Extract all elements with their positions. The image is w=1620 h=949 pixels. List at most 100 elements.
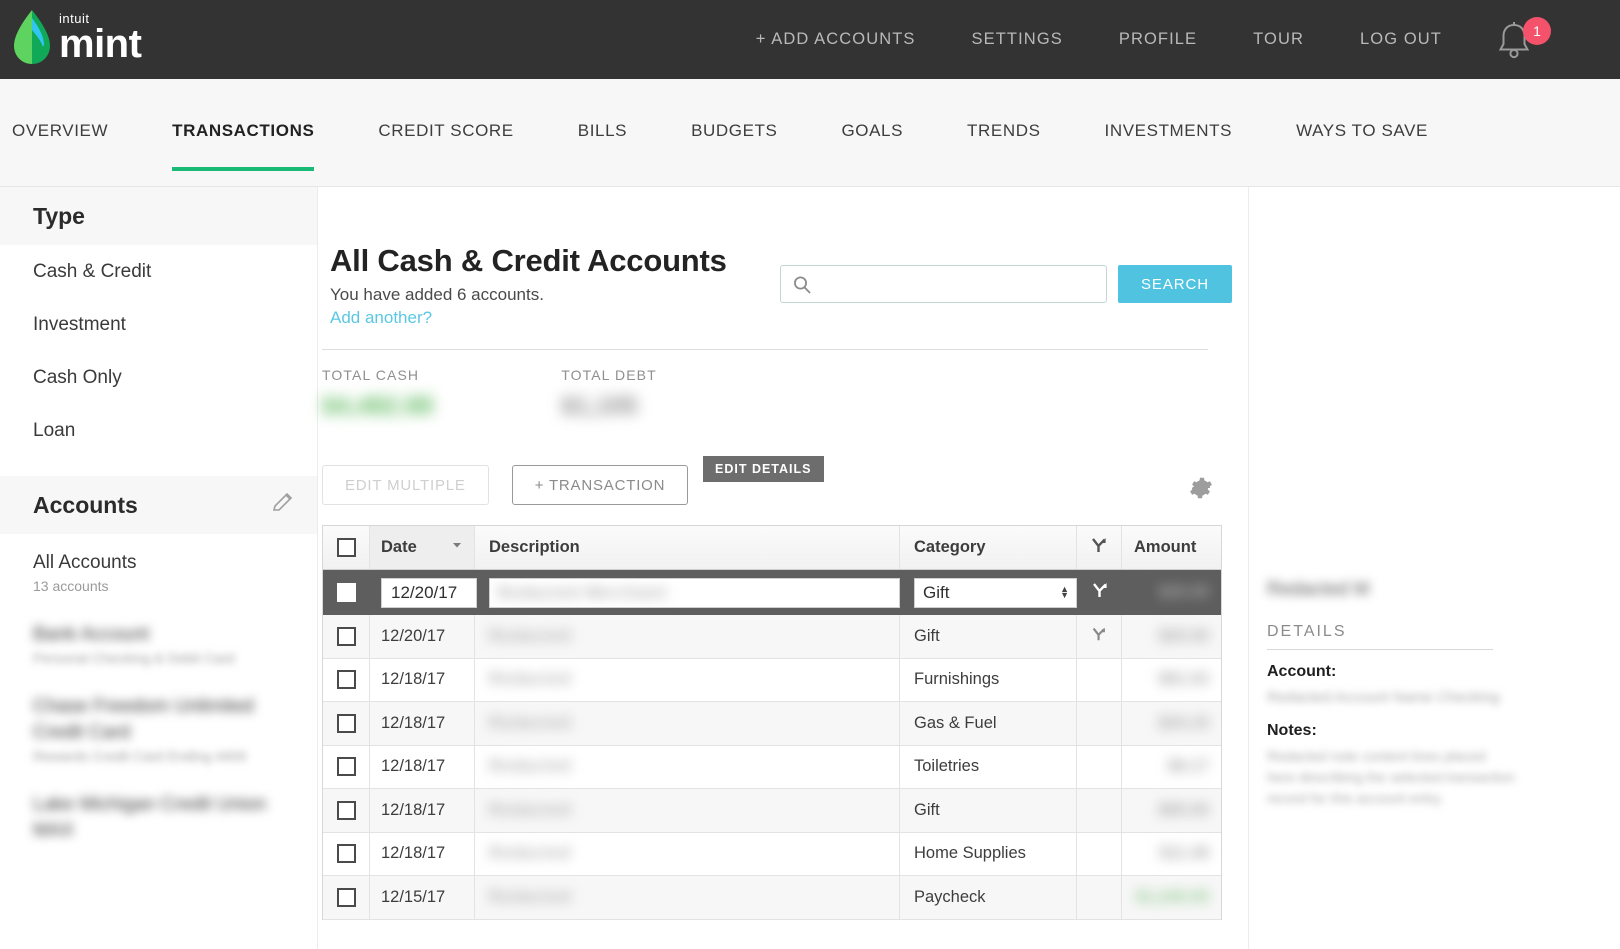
select-all-checkbox[interactable]	[323, 526, 370, 569]
row-checkbox[interactable]	[323, 615, 370, 658]
search-box[interactable]	[780, 265, 1107, 303]
row-split[interactable]	[1077, 876, 1122, 919]
row-split[interactable]	[1077, 789, 1122, 832]
row-category[interactable]: Paycheck	[900, 876, 1077, 919]
row-checkbox[interactable]	[323, 570, 370, 615]
tab-investments[interactable]: INVESTMENTS	[1105, 121, 1233, 165]
tab-trends[interactable]: TRENDS	[967, 121, 1041, 165]
row-date: 12/18/17	[370, 658, 475, 701]
edit-multiple-button[interactable]: EDIT MULTIPLE	[322, 465, 489, 505]
tab-goals[interactable]: GOALS	[841, 121, 903, 165]
sidebar-account-name: Bank Account	[33, 624, 150, 645]
tab-ways-to-save[interactable]: WAYS TO SAVE	[1296, 121, 1428, 165]
tab-budgets[interactable]: BUDGETS	[691, 121, 777, 165]
row-category[interactable]: Home Supplies	[900, 832, 1077, 875]
split-icon	[1089, 535, 1109, 560]
table-row[interactable]: 12/18/17 Redacted Furnishings $81.53	[323, 658, 1221, 702]
row-description: Redacted	[475, 658, 900, 701]
total-cash-label: TOTAL CASH	[322, 367, 420, 383]
row-split[interactable]	[1077, 832, 1122, 875]
edit-category-select[interactable]: Gift ▲ ▼	[914, 577, 1077, 608]
table-row[interactable]: 12/15/17 Redacted Paycheck $1,240.00	[323, 876, 1221, 920]
column-header-split[interactable]	[1077, 526, 1122, 569]
edit-amount-cell[interactable]: $25.00	[1122, 570, 1221, 615]
search-button[interactable]: SEARCH	[1118, 265, 1232, 303]
row-description: Redacted	[475, 789, 900, 832]
topnav-item-settings[interactable]: SETTINGS	[944, 30, 1091, 49]
row-checkbox[interactable]	[323, 702, 370, 745]
tab-bills[interactable]: BILLS	[578, 121, 627, 165]
sidebar-account-all[interactable]: All Accounts 13 accounts	[0, 534, 318, 606]
row-category[interactable]: Gift	[900, 615, 1077, 658]
sidebar-account-sub: Personal Checking & Debit Card	[33, 650, 235, 666]
row-category[interactable]: Gas & Fuel	[900, 702, 1077, 745]
sidebar-item-investment[interactable]: Investment	[0, 298, 318, 351]
row-split[interactable]	[1077, 658, 1122, 701]
row-category[interactable]: Furnishings	[900, 658, 1077, 701]
topnav-item-log-out[interactable]: LOG OUT	[1332, 30, 1470, 49]
row-amount: $11.48	[1159, 844, 1209, 863]
sidebar-account-2[interactable]: Chase Freedom Unlimited Credit Card Rewa…	[0, 678, 318, 776]
table-row[interactable]: 12/18/17 Redacted Home Supplies $11.48	[323, 832, 1221, 876]
row-checkbox[interactable]	[323, 832, 370, 875]
tab-overview[interactable]: OVERVIEW	[12, 121, 108, 165]
topnav-item-tour[interactable]: TOUR	[1225, 30, 1332, 49]
sidebar-section-accounts: Accounts	[0, 476, 318, 534]
edit-category-value: Gift	[923, 582, 950, 602]
row-category[interactable]: Toiletries	[900, 745, 1077, 788]
row-split[interactable]	[1077, 702, 1122, 745]
row-split-icon-cell[interactable]	[1077, 570, 1122, 615]
tab-credit-score[interactable]: CREDIT SCORE	[378, 121, 513, 165]
column-header-amount[interactable]: Amount	[1122, 526, 1221, 569]
total-cash-value: $4,482.88	[322, 392, 434, 420]
topnav-item-profile[interactable]: PROFILE	[1091, 30, 1225, 49]
add-transaction-button[interactable]: + TRANSACTION	[511, 465, 689, 505]
pencil-icon[interactable]	[270, 490, 296, 521]
row-checkbox[interactable]	[323, 745, 370, 788]
search-input[interactable]	[781, 266, 1106, 302]
row-amount: $8.17	[1167, 757, 1209, 776]
gear-icon[interactable]	[1188, 475, 1214, 506]
add-another-link[interactable]: Add another?	[330, 308, 432, 328]
row-checkbox[interactable]	[323, 876, 370, 919]
row-checkbox[interactable]	[323, 658, 370, 701]
row-category[interactable]: Gift	[900, 789, 1077, 832]
mint-logo[interactable]: intuit mint	[14, 10, 142, 64]
column-header-date[interactable]: Date	[370, 526, 475, 569]
sidebar-item-cash-credit[interactable]: Cash & Credit	[0, 245, 318, 298]
row-amount: $81.53	[1158, 670, 1209, 689]
total-debt-block: TOTAL DEBT $1,105	[561, 367, 657, 420]
topnav-item-add-accounts[interactable]: + ADD ACCOUNTS	[728, 30, 944, 49]
tab-transactions[interactable]: TRANSACTIONS	[172, 121, 315, 171]
edit-description-input[interactable]: Redacted Merchant	[489, 577, 900, 608]
row-split[interactable]	[1077, 745, 1122, 788]
table-row[interactable]: 12/20/17 Redacted Gift $25.00	[323, 615, 1221, 659]
sidebar-item-loan[interactable]: Loan	[0, 404, 318, 457]
row-split[interactable]	[1077, 615, 1122, 658]
section-tab-bar: OVERVIEW TRANSACTIONS CREDIT SCORE BILLS…	[0, 79, 1620, 187]
row-description: Redacted	[475, 615, 900, 658]
sidebar-account-3[interactable]: Lake Michigan Credit Union MAX	[0, 776, 318, 856]
column-header-category[interactable]: Category	[900, 526, 1077, 569]
table-row[interactable]: 12/18/17 Redacted Toiletries $8.17	[323, 745, 1221, 789]
sidebar-item-cash-only[interactable]: Cash Only	[0, 351, 318, 404]
row-checkbox[interactable]	[323, 789, 370, 832]
edit-category-field-wrap: Gift ▲ ▼	[900, 570, 1077, 615]
table-row[interactable]: 12/18/17 Redacted Gift $65.00	[323, 789, 1221, 833]
mint-leaf-icon	[14, 10, 50, 64]
sidebar-account-1[interactable]: Bank Account Personal Checking & Debit C…	[0, 606, 318, 678]
edit-date-input[interactable]	[381, 577, 477, 608]
details-notes-label: Notes:	[1267, 722, 1317, 739]
sidebar-account-sub: 13 accounts	[33, 578, 109, 594]
row-date: 12/18/17	[370, 745, 475, 788]
header-divider	[322, 349, 1208, 350]
table-row[interactable]: 12/18/17 Redacted Gas & Fuel $24.10	[323, 702, 1221, 746]
table-row-editing[interactable]: Redacted Merchant Gift ▲▼	[323, 570, 1221, 615]
row-description: Redacted	[475, 832, 900, 875]
sidebar-account-name: All Accounts	[33, 552, 137, 573]
transactions-table: Date Description Category Amount 12/20/1…	[322, 525, 1222, 920]
column-header-description[interactable]: Description	[475, 526, 900, 569]
row-date: 12/20/17	[370, 615, 475, 658]
notifications-button[interactable]: 1	[1496, 17, 1560, 64]
details-notes-value: Redacted note content lines placed here …	[1267, 748, 1515, 806]
